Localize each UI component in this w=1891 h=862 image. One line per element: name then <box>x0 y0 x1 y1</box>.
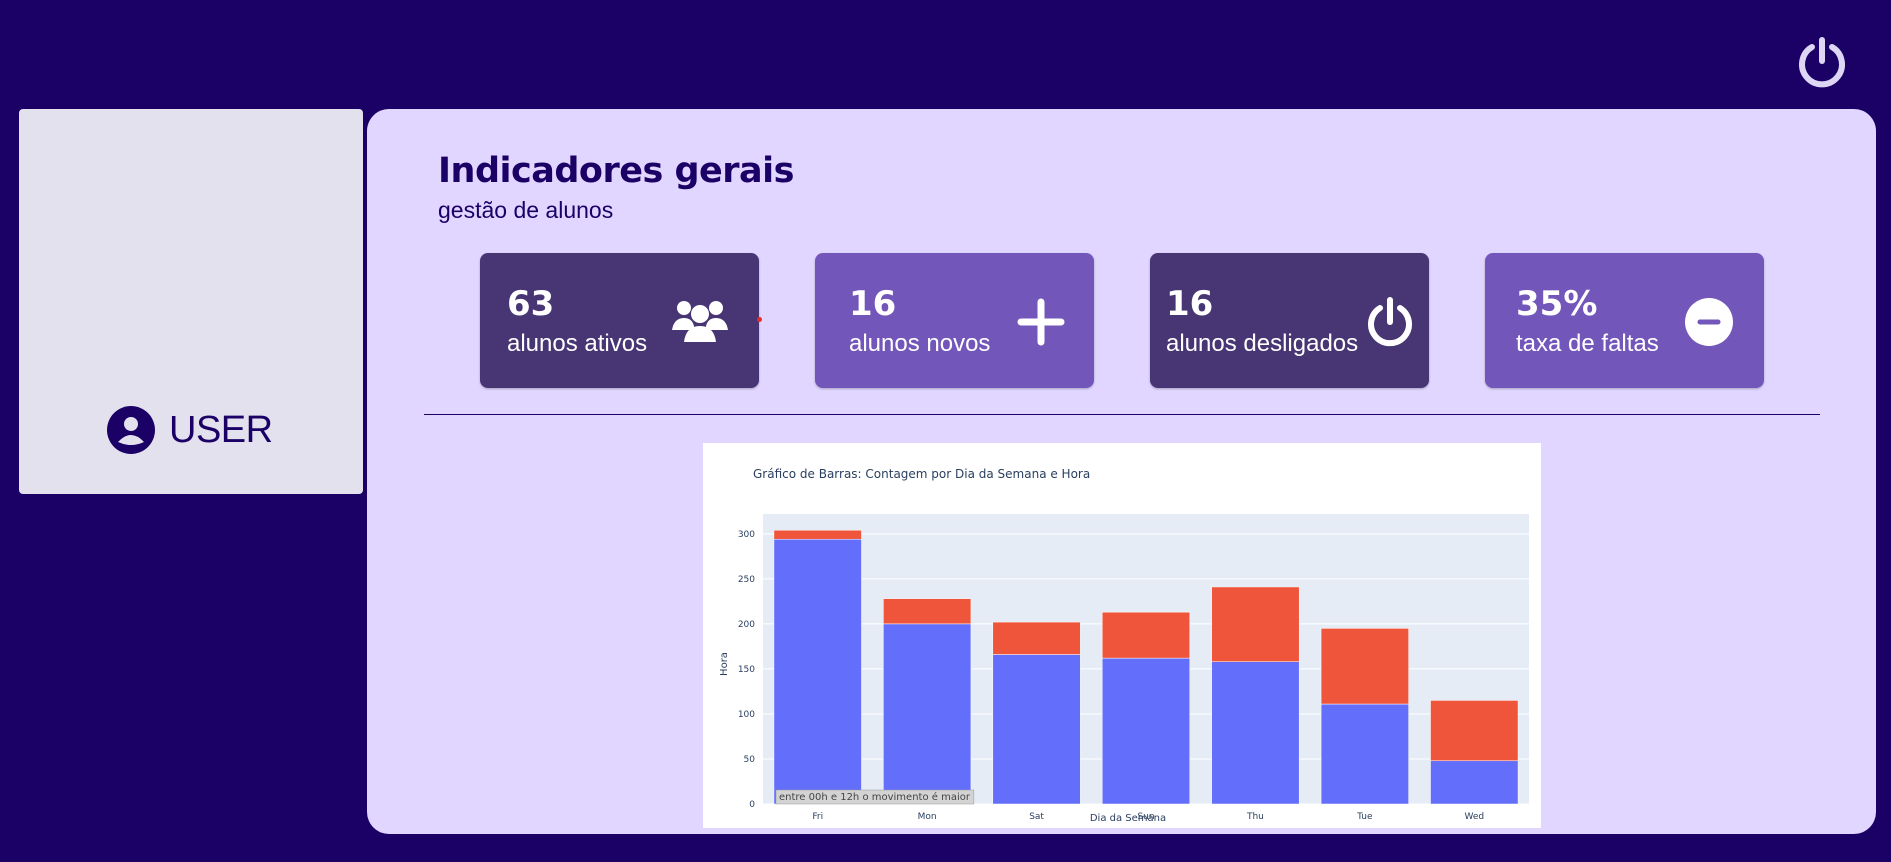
bar-segment <box>1101 611 1191 659</box>
card-value: 35% <box>1516 284 1598 324</box>
x-tick-label: Fri <box>812 812 823 822</box>
x-tick-label: Thu <box>1246 812 1264 822</box>
bar-segment <box>883 598 972 625</box>
bar-segment <box>773 529 862 540</box>
minus-circle-icon <box>1685 298 1733 346</box>
chart-xlabel: Dia da Semana <box>1090 813 1166 824</box>
main-panel: Indicadores gerais gestão de alunos 63 a… <box>367 109 1876 834</box>
power-icon <box>1799 37 1845 88</box>
page-subtitle: gestão de alunos <box>438 197 614 223</box>
card-label: alunos novos <box>849 330 991 357</box>
y-tick-label: 250 <box>738 575 755 585</box>
bar-segment <box>1430 700 1519 762</box>
user-menu[interactable]: USER <box>107 405 273 455</box>
x-tick-label: Sat <box>1029 812 1044 822</box>
card-label: alunos ativos <box>507 330 648 357</box>
bar-segment <box>1211 661 1300 805</box>
card-value: 16 <box>1166 284 1214 324</box>
y-tick-label: 0 <box>749 800 755 810</box>
x-tick-label: Wed <box>1464 812 1484 822</box>
logout-button[interactable] <box>1795 35 1849 89</box>
chart-ylabel: Hora <box>719 652 730 676</box>
card-taxa-de-faltas: 35% taxa de faltas <box>1485 253 1764 388</box>
bar-segment <box>1211 586 1300 662</box>
card-value: 63 <box>507 284 555 324</box>
card-label: taxa de faltas <box>1516 330 1659 357</box>
user-circle-icon <box>107 406 155 454</box>
x-tick-label: Sun <box>1137 812 1154 822</box>
card-label: alunos desligados <box>1166 330 1359 357</box>
bar-segment <box>992 654 1081 805</box>
bar-segment <box>1430 760 1519 805</box>
chart-svg: Gráfico de Barras: Contagem por Dia da S… <box>719 467 1529 824</box>
bar-segment <box>1320 703 1409 805</box>
sidebar: USER <box>19 109 363 494</box>
card-alunos-desligados: 16 alunos desligados <box>1150 253 1429 388</box>
page-title: Indicadores gerais <box>438 151 794 191</box>
power-icon <box>1368 297 1412 347</box>
bar-segment <box>1101 657 1191 805</box>
bar-chart: Gráfico de Barras: Contagem por Dia da S… <box>703 443 1541 828</box>
y-tick-label: 200 <box>738 620 755 630</box>
y-tick-label: 100 <box>738 710 755 720</box>
bar-segment <box>992 621 1081 655</box>
card-alunos-novos: 16 alunos novos <box>815 253 1094 388</box>
user-label: USER <box>169 408 273 451</box>
bar-segment <box>773 538 862 805</box>
chart-annotation: entre 00h e 12h o movimento é maior <box>779 791 971 803</box>
x-tick-label: Mon <box>918 812 937 822</box>
y-tick-label: 50 <box>744 755 756 765</box>
chart-title: Gráfico de Barras: Contagem por Dia da S… <box>753 467 1090 481</box>
section-divider <box>424 414 1820 415</box>
y-tick-label: 150 <box>738 665 755 675</box>
bar-segment <box>883 623 972 805</box>
x-tick-label: Tue <box>1356 812 1373 822</box>
decorative-dot <box>757 317 762 322</box>
bar-segment <box>1320 628 1409 705</box>
card-alunos-ativos: 63 alunos ativos <box>480 253 759 388</box>
plus-icon <box>1017 298 1065 346</box>
y-tick-label: 300 <box>738 530 755 540</box>
card-value: 16 <box>849 284 897 324</box>
users-icon <box>672 301 728 342</box>
